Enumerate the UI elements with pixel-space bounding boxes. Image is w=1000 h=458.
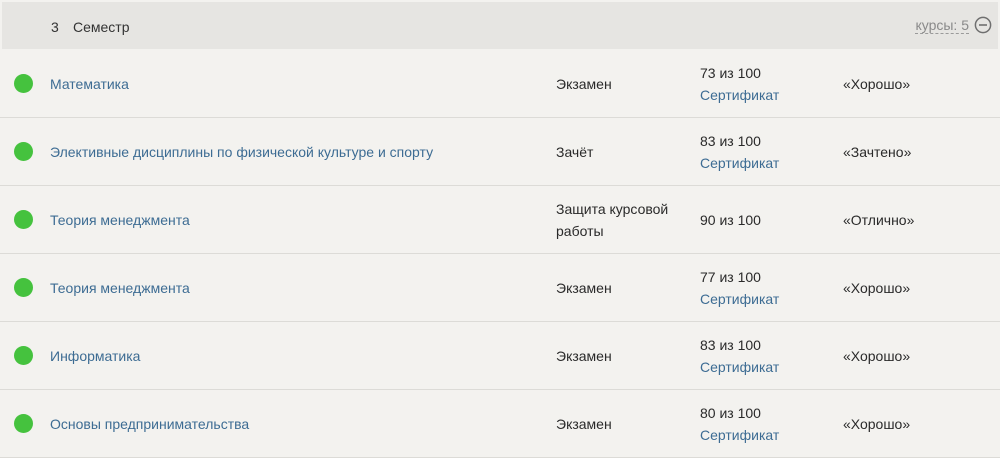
course-row: Теория менеджмента Экзамен 77 из 100 Сер… [0, 254, 1000, 322]
certificate-link[interactable]: Сертификат [700, 152, 779, 174]
assessment-type: Экзамен [556, 348, 612, 364]
assessment-type: Экзамен [556, 76, 612, 92]
result-cell: 73 из 100 Сертификат [700, 50, 779, 118]
result-cell: 83 из 100 Сертификат [700, 118, 779, 186]
result-cell: 83 из 100 Сертификат [700, 322, 779, 390]
semester-number: 3 [51, 19, 59, 35]
status-dot-icon [14, 414, 33, 433]
certificate-link[interactable]: Сертификат [700, 84, 779, 106]
status-dot-icon [14, 210, 33, 229]
status-dot-icon [14, 346, 33, 365]
course-row: Элективные дисциплины по физической куль… [0, 118, 1000, 186]
course-name-link[interactable]: Элективные дисциплины по физической куль… [50, 118, 433, 186]
certificate-link[interactable]: Сертификат [700, 288, 779, 310]
status-dot-icon [14, 142, 33, 161]
status-dot-icon [14, 278, 33, 297]
assessment-type: Экзамен [556, 280, 612, 296]
semester-header: 3 Семестр курсы: 5 [2, 2, 998, 49]
final-grade: «Зачтено» [843, 144, 912, 160]
course-name-link[interactable]: Теория менеджмента [50, 254, 190, 322]
collapse-minus-icon[interactable] [974, 16, 992, 34]
score-value: 90 из 100 [700, 212, 761, 228]
score-value: 80 из 100 [700, 405, 761, 421]
courses-count[interactable]: курсы: 5 [915, 17, 969, 34]
semester-panel: 3 Семестр курсы: 5 Математика Экзамен 73… [0, 0, 1000, 458]
score-value: 77 из 100 [700, 269, 761, 285]
assessment-type: Экзамен [556, 416, 612, 432]
score-value: 83 из 100 [700, 337, 761, 353]
final-grade: «Хорошо» [843, 416, 911, 432]
semester-label: Семестр [73, 19, 130, 35]
result-cell: 80 из 100 Сертификат [700, 390, 779, 458]
assessment-type: Зачёт [556, 144, 594, 160]
result-cell: 90 из 100 [700, 186, 761, 254]
result-cell: 77 из 100 Сертификат [700, 254, 779, 322]
course-row: Теория менеджмента Защита курсовой работ… [0, 186, 1000, 254]
course-name-link[interactable]: Основы предпринимательства [50, 390, 249, 458]
course-row: Математика Экзамен 73 из 100 Сертификат … [0, 50, 1000, 118]
course-row: Основы предпринимательства Экзамен 80 из… [0, 390, 1000, 458]
certificate-link[interactable]: Сертификат [700, 424, 779, 446]
score-value: 83 из 100 [700, 133, 761, 149]
course-name-link[interactable]: Математика [50, 50, 129, 118]
courses-toggle[interactable]: курсы: 5 [915, 16, 992, 34]
course-name-link[interactable]: Информатика [50, 322, 140, 390]
final-grade: «Отлично» [843, 212, 915, 228]
final-grade: «Хорошо» [843, 280, 911, 296]
final-grade: «Хорошо» [843, 76, 911, 92]
course-row: Информатика Экзамен 83 из 100 Сертификат… [0, 322, 1000, 390]
final-grade: «Хорошо» [843, 348, 911, 364]
status-dot-icon [14, 74, 33, 93]
course-name-link[interactable]: Теория менеджмента [50, 186, 190, 254]
certificate-link[interactable]: Сертификат [700, 356, 779, 378]
assessment-type: Защита курсовой работы [556, 201, 669, 239]
score-value: 73 из 100 [700, 65, 761, 81]
